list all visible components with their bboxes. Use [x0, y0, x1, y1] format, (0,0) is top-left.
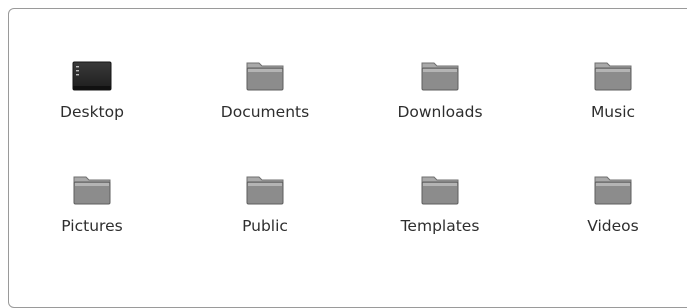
folder-item-music[interactable]: Music — [538, 58, 687, 154]
folder-grid: Desktop Documents Downloads Music Pictur… — [0, 0, 687, 267]
folder-icon — [419, 172, 461, 208]
folder-item-pictures[interactable]: Pictures — [17, 172, 167, 268]
folder-item-documents[interactable]: Documents — [190, 58, 340, 154]
folder-item-videos[interactable]: Videos — [538, 172, 687, 268]
folder-label: Public — [242, 217, 288, 235]
folder-label: Downloads — [397, 103, 483, 121]
folder-label: Videos — [587, 217, 639, 235]
folder-label: Templates — [400, 217, 480, 235]
folder-item-public[interactable]: Public — [190, 172, 340, 268]
folder-icon — [244, 172, 286, 208]
folder-label: Pictures — [61, 217, 123, 235]
folder-icon — [71, 172, 113, 208]
folder-label: Documents — [220, 103, 310, 121]
folder-label: Desktop — [60, 103, 124, 121]
folder-item-desktop[interactable]: Desktop — [17, 58, 167, 154]
folder-icon — [419, 58, 461, 94]
folder-icon — [592, 172, 634, 208]
folder-icon — [244, 58, 286, 94]
folder-item-downloads[interactable]: Downloads — [365, 58, 515, 154]
desktop-icon — [71, 58, 113, 94]
folder-label: Music — [590, 103, 636, 121]
folder-item-templates[interactable]: Templates — [365, 172, 515, 268]
folder-icon — [592, 58, 634, 94]
